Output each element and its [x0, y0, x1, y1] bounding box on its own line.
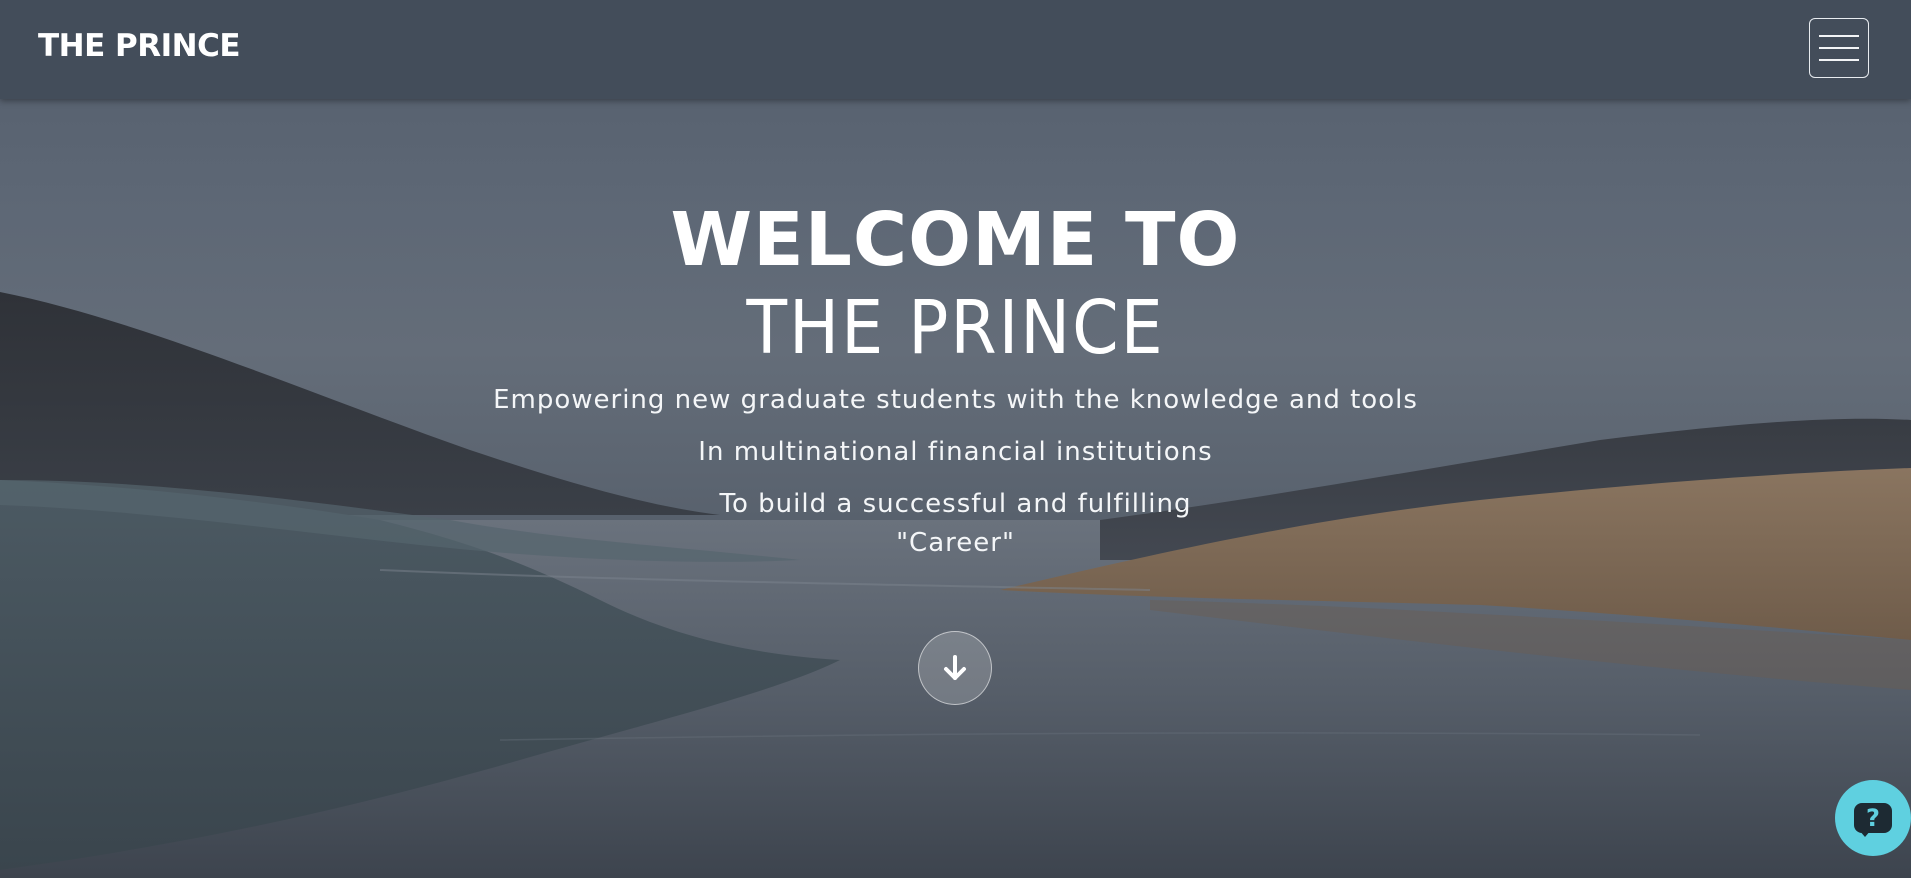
menu-bar-bottom [1819, 59, 1859, 61]
page: THE PRINCE WELCOME TO THE PRINCE Empower… [0, 0, 1911, 878]
hamburger-menu-button[interactable] [1809, 18, 1869, 78]
question-icon: ? [1854, 803, 1892, 833]
speech-bubble-tail [1859, 830, 1871, 837]
hero-tagline-4: "Career" [896, 528, 1015, 558]
hero-tagline-2: In multinational financial institutions [698, 437, 1213, 467]
hero-tagline-3: To build a successful and fulfilling [719, 489, 1192, 519]
scroll-down-button[interactable] [918, 631, 992, 705]
hero-title: THE PRINCE [746, 285, 1165, 371]
brand-logo[interactable]: THE PRINCE [38, 28, 241, 64]
help-chat-button[interactable]: ? [1835, 780, 1911, 856]
arrow-down-icon [944, 655, 966, 680]
menu-bar-middle [1819, 47, 1859, 49]
hero-tagline-1: Empowering new graduate students with th… [493, 385, 1418, 415]
top-navbar: THE PRINCE [0, 0, 1911, 99]
menu-bar-top [1819, 35, 1859, 37]
hero-welcome-heading: WELCOME TO [670, 197, 1241, 283]
